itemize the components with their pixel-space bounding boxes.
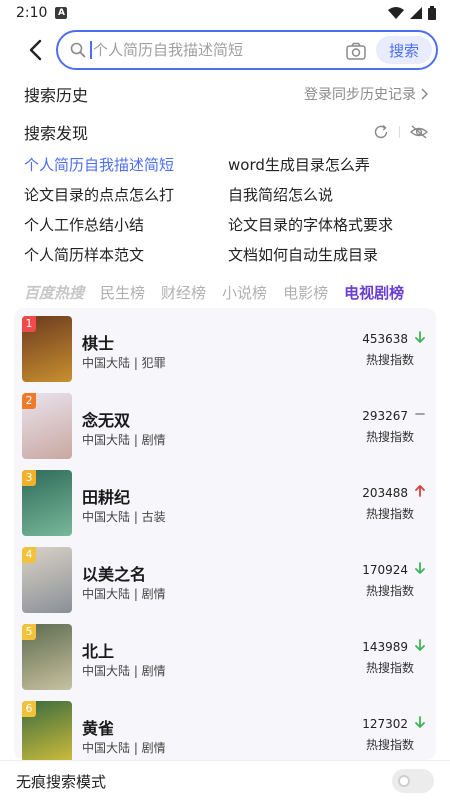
back-button[interactable]: [22, 36, 48, 64]
show-tags: 中国大陆 | 剧情: [82, 741, 166, 755]
hot-index-label: 热搜指数: [365, 430, 414, 444]
eye-hidden-icon[interactable]: [410, 125, 428, 139]
hot-index-value: 453638: [362, 332, 408, 346]
hot-index-label: 热搜指数: [365, 353, 414, 367]
wifi-icon: [388, 7, 404, 19]
search-row: 搜索: [0, 30, 450, 70]
chevron-right-icon: [421, 88, 428, 100]
ranking-list: 1 棋士中国大陆 | 犯罪 453638 热搜指数 2 念无双中国大陆 | 剧情 29326…: [14, 308, 436, 760]
poster-image: 5: [22, 624, 72, 690]
status-left: 2:10 A: [16, 5, 68, 21]
rank-badge: 5: [22, 624, 36, 640]
show-title: 田耕纪: [82, 488, 131, 507]
poster-image: 2: [22, 393, 72, 459]
sync-history-label: 登录同步历史记录: [304, 87, 416, 103]
trend-down-icon: [415, 562, 425, 574]
show-title: 黄雀: [82, 719, 115, 738]
incognito-label: 无痕搜索模式: [16, 773, 107, 791]
rank-badge: 3: [22, 470, 36, 486]
rank-badge: 2: [22, 393, 36, 409]
show-title: 棋士: [82, 334, 115, 353]
show-title: 北上: [82, 642, 115, 661]
search-discover-header: 搜索发现: [24, 120, 428, 144]
show-title: 以美之名: [82, 565, 147, 584]
back-arrow-icon: [29, 39, 42, 61]
poster-image: 1: [22, 316, 72, 382]
ranking-row[interactable]: 4 以美之名中国大陆 | 剧情 170924 热搜指数: [14, 539, 436, 616]
camera-icon[interactable]: [346, 42, 366, 60]
hot-index-value: 293267: [362, 409, 408, 423]
show-tags: 中国大陆 | 剧情: [82, 587, 166, 601]
search-history-header: 搜索历史 登录同步历史记录: [24, 82, 428, 106]
trend-up-icon: [415, 485, 425, 497]
notification-a-icon: A: [55, 7, 68, 19]
hot-index-value: 143989: [362, 640, 408, 654]
status-bar: 2:10 A: [0, 0, 450, 26]
tab-baidu-hot[interactable]: 百度热搜: [24, 282, 84, 303]
search-history-title: 搜索历史: [24, 86, 89, 105]
refresh-icon[interactable]: [373, 124, 389, 140]
incognito-toggle[interactable]: [392, 769, 434, 793]
tab-movie[interactable]: 电影榜: [283, 282, 328, 303]
tab-livelihood[interactable]: 民生榜: [100, 282, 145, 303]
search-box[interactable]: 搜索: [56, 30, 438, 70]
trend-down-icon: [415, 716, 425, 728]
suggestion-item[interactable]: 自我简绍怎么说: [228, 180, 428, 210]
suggestion-item[interactable]: 文档如何自动生成目录: [228, 240, 428, 270]
suggestion-item[interactable]: 论文目录的点点怎么打: [24, 180, 228, 210]
show-tags: 中国大陆 | 剧情: [82, 664, 166, 678]
hot-index-value: 203488: [362, 486, 408, 500]
search-input[interactable]: [93, 41, 343, 59]
tab-tv-drama[interactable]: 电视剧榜: [344, 282, 404, 303]
hot-index-label: 热搜指数: [365, 584, 414, 598]
ranking-row[interactable]: 5 北上中国大陆 | 剧情 143989 热搜指数: [14, 616, 436, 693]
suggestion-item[interactable]: 论文目录的字体格式要求: [228, 210, 428, 240]
ranking-row[interactable]: 3 田耕纪中国大陆 | 古装 203488 热搜指数: [14, 462, 436, 539]
show-tags: 中国大陆 | 剧情: [82, 433, 166, 447]
tools-divider: [399, 126, 400, 138]
battery-icon: [428, 6, 436, 20]
show-tags: 中国大陆 | 犯罪: [82, 356, 166, 370]
suggestion-item[interactable]: 个人工作总结小结: [24, 210, 228, 240]
poster-image: 6: [22, 701, 72, 760]
rank-badge: 1: [22, 316, 36, 332]
text-caret: [90, 41, 92, 59]
trend-flat-icon: [415, 413, 425, 415]
show-tags: 中国大陆 | 古装: [82, 510, 166, 524]
sync-history-link[interactable]: 登录同步历史记录: [304, 84, 428, 104]
search-discover-title: 搜索发现: [24, 124, 89, 143]
signal-icon: [410, 7, 422, 19]
suggestion-item[interactable]: word生成目录怎么弄: [228, 150, 428, 180]
rank-badge: 6: [22, 701, 36, 717]
ranking-row[interactable]: 1 棋士中国大陆 | 犯罪 453638 热搜指数: [14, 308, 436, 385]
suggestion-item[interactable]: 个人简历样本范文: [24, 240, 228, 270]
search-icon: [70, 42, 86, 58]
rank-badge: 4: [22, 547, 36, 563]
hot-index-value: 127302: [362, 717, 408, 731]
ranking-row[interactable]: 6 黄雀中国大陆 | 剧情 127302 热搜指数: [14, 693, 436, 760]
incognito-bar: 无痕搜索模式: [0, 760, 450, 800]
discover-tools: [373, 124, 428, 140]
tab-finance[interactable]: 财经榜: [161, 282, 206, 303]
search-button[interactable]: 搜索: [376, 36, 432, 64]
hot-index-label: 热搜指数: [365, 507, 414, 521]
poster-image: 3: [22, 470, 72, 536]
tab-novel[interactable]: 小说榜: [222, 282, 267, 303]
poster-image: 4: [22, 547, 72, 613]
ranking-row[interactable]: 2 念无双中国大陆 | 剧情 293267 热搜指数: [14, 385, 436, 462]
hot-index-label: 热搜指数: [365, 661, 414, 675]
hot-index-label: 热搜指数: [365, 738, 414, 752]
discover-suggestions: 个人简历自我描述简短 word生成目录怎么弄 论文目录的点点怎么打 自我简绍怎么…: [24, 150, 434, 270]
toggle-knob: [398, 775, 410, 787]
trend-down-icon: [415, 639, 425, 651]
status-right: [388, 6, 436, 20]
hot-index-value: 170924: [362, 563, 408, 577]
suggestion-item[interactable]: 个人简历自我描述简短: [24, 150, 228, 180]
status-time: 2:10: [16, 5, 48, 21]
show-title: 念无双: [82, 411, 131, 430]
trend-down-icon: [415, 331, 425, 343]
ranking-tabs: 百度热搜 民生榜 财经榜 小说榜 电影榜 电视剧榜: [24, 278, 430, 306]
